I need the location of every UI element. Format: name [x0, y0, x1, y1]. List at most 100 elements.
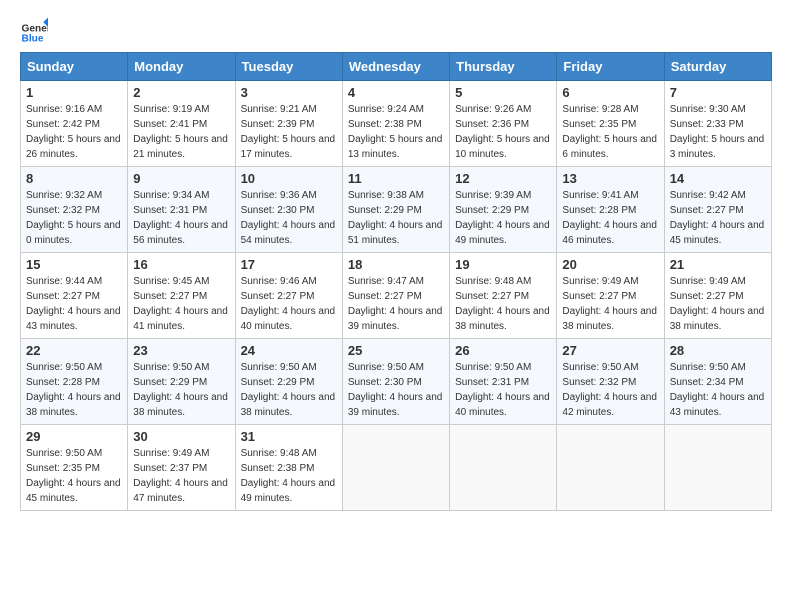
svg-text:Blue: Blue — [22, 34, 44, 44]
sunrise-label: Sunrise: 9:30 AM — [670, 104, 746, 115]
day-info: Sunrise: 9:30 AM Sunset: 2:33 PM Dayligh… — [670, 102, 766, 162]
logo-icon: General Blue — [20, 16, 48, 44]
calendar-cell: 14 Sunrise: 9:42 AM Sunset: 2:27 PM Dayl… — [664, 167, 771, 253]
calendar-week-row: 1 Sunrise: 9:16 AM Sunset: 2:42 PM Dayli… — [21, 81, 772, 167]
day-info: Sunrise: 9:49 AM Sunset: 2:27 PM Dayligh… — [670, 274, 766, 334]
sunset-label: Sunset: 2:27 PM — [670, 291, 744, 302]
sunrise-label: Sunrise: 9:49 AM — [562, 276, 638, 287]
sunset-label: Sunset: 2:41 PM — [133, 119, 207, 130]
sunrise-label: Sunrise: 9:42 AM — [670, 190, 746, 201]
day-info: Sunrise: 9:47 AM Sunset: 2:27 PM Dayligh… — [348, 274, 444, 334]
calendar-cell: 27 Sunrise: 9:50 AM Sunset: 2:32 PM Dayl… — [557, 339, 664, 425]
sunset-label: Sunset: 2:29 PM — [133, 377, 207, 388]
calendar-cell: 2 Sunrise: 9:19 AM Sunset: 2:41 PM Dayli… — [128, 81, 235, 167]
daylight-label: Daylight: 4 hours and 54 minutes. — [241, 220, 336, 246]
daylight-label: Daylight: 4 hours and 56 minutes. — [133, 220, 228, 246]
sunset-label: Sunset: 2:35 PM — [562, 119, 636, 130]
daylight-label: Daylight: 4 hours and 39 minutes. — [348, 306, 443, 332]
day-number: 29 — [26, 429, 122, 444]
sunrise-label: Sunrise: 9:24 AM — [348, 104, 424, 115]
day-info: Sunrise: 9:50 AM Sunset: 2:32 PM Dayligh… — [562, 360, 658, 420]
day-info: Sunrise: 9:28 AM Sunset: 2:35 PM Dayligh… — [562, 102, 658, 162]
sunrise-label: Sunrise: 9:19 AM — [133, 104, 209, 115]
sunset-label: Sunset: 2:27 PM — [26, 291, 100, 302]
day-info: Sunrise: 9:21 AM Sunset: 2:39 PM Dayligh… — [241, 102, 337, 162]
sunset-label: Sunset: 2:30 PM — [241, 205, 315, 216]
daylight-label: Daylight: 4 hours and 42 minutes. — [562, 392, 657, 418]
day-number: 15 — [26, 257, 122, 272]
sunrise-label: Sunrise: 9:50 AM — [562, 362, 638, 373]
sunset-label: Sunset: 2:27 PM — [241, 291, 315, 302]
day-number: 9 — [133, 171, 229, 186]
day-number: 26 — [455, 343, 551, 358]
daylight-label: Daylight: 5 hours and 6 minutes. — [562, 134, 657, 160]
calendar-cell: 9 Sunrise: 9:34 AM Sunset: 2:31 PM Dayli… — [128, 167, 235, 253]
calendar-cell: 1 Sunrise: 9:16 AM Sunset: 2:42 PM Dayli… — [21, 81, 128, 167]
sunset-label: Sunset: 2:28 PM — [562, 205, 636, 216]
daylight-label: Daylight: 4 hours and 38 minutes. — [133, 392, 228, 418]
sunset-label: Sunset: 2:42 PM — [26, 119, 100, 130]
sunset-label: Sunset: 2:39 PM — [241, 119, 315, 130]
sunset-label: Sunset: 2:27 PM — [455, 291, 529, 302]
calendar-week-row: 22 Sunrise: 9:50 AM Sunset: 2:28 PM Dayl… — [21, 339, 772, 425]
sunrise-label: Sunrise: 9:34 AM — [133, 190, 209, 201]
day-number: 5 — [455, 85, 551, 100]
day-number: 11 — [348, 171, 444, 186]
day-info: Sunrise: 9:34 AM Sunset: 2:31 PM Dayligh… — [133, 188, 229, 248]
sunrise-label: Sunrise: 9:45 AM — [133, 276, 209, 287]
day-info: Sunrise: 9:50 AM Sunset: 2:30 PM Dayligh… — [348, 360, 444, 420]
day-info: Sunrise: 9:48 AM Sunset: 2:27 PM Dayligh… — [455, 274, 551, 334]
day-number: 22 — [26, 343, 122, 358]
sunrise-label: Sunrise: 9:38 AM — [348, 190, 424, 201]
calendar-cell: 25 Sunrise: 9:50 AM Sunset: 2:30 PM Dayl… — [342, 339, 449, 425]
calendar-cell — [664, 425, 771, 511]
daylight-label: Daylight: 4 hours and 43 minutes. — [26, 306, 121, 332]
day-info: Sunrise: 9:38 AM Sunset: 2:29 PM Dayligh… — [348, 188, 444, 248]
daylight-label: Daylight: 5 hours and 13 minutes. — [348, 134, 443, 160]
daylight-label: Daylight: 5 hours and 21 minutes. — [133, 134, 228, 160]
day-info: Sunrise: 9:49 AM Sunset: 2:37 PM Dayligh… — [133, 446, 229, 506]
daylight-label: Daylight: 4 hours and 40 minutes. — [455, 392, 550, 418]
sunset-label: Sunset: 2:27 PM — [670, 205, 744, 216]
calendar-cell: 26 Sunrise: 9:50 AM Sunset: 2:31 PM Dayl… — [450, 339, 557, 425]
sunrise-label: Sunrise: 9:44 AM — [26, 276, 102, 287]
calendar-cell: 21 Sunrise: 9:49 AM Sunset: 2:27 PM Dayl… — [664, 253, 771, 339]
day-number: 13 — [562, 171, 658, 186]
sunrise-label: Sunrise: 9:46 AM — [241, 276, 317, 287]
calendar-cell: 19 Sunrise: 9:48 AM Sunset: 2:27 PM Dayl… — [450, 253, 557, 339]
day-number: 28 — [670, 343, 766, 358]
daylight-label: Daylight: 4 hours and 39 minutes. — [348, 392, 443, 418]
sunset-label: Sunset: 2:29 PM — [455, 205, 529, 216]
day-info: Sunrise: 9:16 AM Sunset: 2:42 PM Dayligh… — [26, 102, 122, 162]
sunrise-label: Sunrise: 9:50 AM — [348, 362, 424, 373]
sunrise-label: Sunrise: 9:41 AM — [562, 190, 638, 201]
sunset-label: Sunset: 2:27 PM — [133, 291, 207, 302]
calendar-cell: 23 Sunrise: 9:50 AM Sunset: 2:29 PM Dayl… — [128, 339, 235, 425]
day-info: Sunrise: 9:24 AM Sunset: 2:38 PM Dayligh… — [348, 102, 444, 162]
calendar-cell: 30 Sunrise: 9:49 AM Sunset: 2:37 PM Dayl… — [128, 425, 235, 511]
calendar-cell: 28 Sunrise: 9:50 AM Sunset: 2:34 PM Dayl… — [664, 339, 771, 425]
sunset-label: Sunset: 2:35 PM — [26, 463, 100, 474]
day-info: Sunrise: 9:44 AM Sunset: 2:27 PM Dayligh… — [26, 274, 122, 334]
daylight-label: Daylight: 4 hours and 41 minutes. — [133, 306, 228, 332]
day-number: 16 — [133, 257, 229, 272]
day-number: 20 — [562, 257, 658, 272]
sunrise-label: Sunrise: 9:49 AM — [133, 448, 209, 459]
sunrise-label: Sunrise: 9:39 AM — [455, 190, 531, 201]
sunset-label: Sunset: 2:38 PM — [348, 119, 422, 130]
day-info: Sunrise: 9:50 AM Sunset: 2:35 PM Dayligh… — [26, 446, 122, 506]
day-info: Sunrise: 9:50 AM Sunset: 2:28 PM Dayligh… — [26, 360, 122, 420]
day-number: 30 — [133, 429, 229, 444]
day-info: Sunrise: 9:39 AM Sunset: 2:29 PM Dayligh… — [455, 188, 551, 248]
sunset-label: Sunset: 2:32 PM — [26, 205, 100, 216]
day-number: 18 — [348, 257, 444, 272]
sunset-label: Sunset: 2:27 PM — [562, 291, 636, 302]
sunset-label: Sunset: 2:30 PM — [348, 377, 422, 388]
calendar-cell — [557, 425, 664, 511]
column-header-monday: Monday — [128, 53, 235, 81]
sunset-label: Sunset: 2:33 PM — [670, 119, 744, 130]
day-number: 10 — [241, 171, 337, 186]
logo: General Blue — [20, 16, 52, 44]
calendar-cell — [342, 425, 449, 511]
day-number: 7 — [670, 85, 766, 100]
